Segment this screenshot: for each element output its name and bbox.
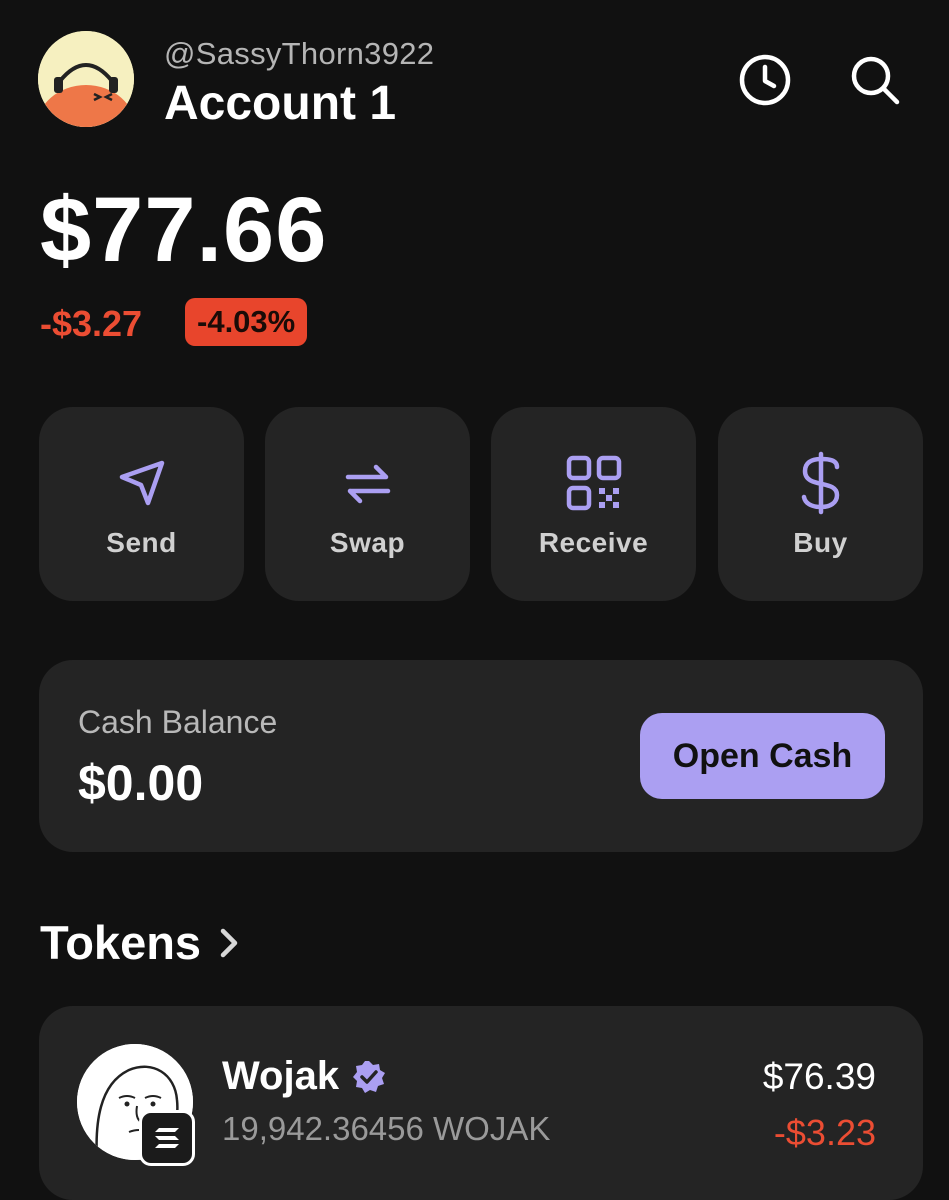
send-button[interactable]: Send [39,407,244,601]
send-label: Send [106,527,177,558]
open-cash-button[interactable]: Open Cash [640,713,885,799]
token-name: Wojak [222,1054,340,1098]
tokens-section-link[interactable]: Tokens [40,915,241,970]
swap-button[interactable]: Swap [265,407,470,601]
receive-button[interactable]: Receive [491,407,696,601]
receive-label: Receive [538,527,649,558]
balance-change-percent-badge: -4.03% [185,298,308,346]
history-icon[interactable] [737,52,793,108]
buy-label: Buy [793,527,848,558]
token-name-wrap: Wojak [222,1054,387,1099]
account-name[interactable]: Account 1 [164,76,396,131]
cash-balance-card: Cash Balance $0.00 Open Cash [39,660,923,852]
buy-button[interactable]: Buy [718,407,923,601]
qr-code-icon [491,451,696,515]
verified-badge-icon [351,1059,387,1095]
quick-actions: Send Swap Receive Buy [39,407,923,601]
token-value: $76.39 [762,1056,876,1097]
token-row[interactable]: Wojak 19,942.36456 WOJAK $76.39 -$3.23 [39,1006,923,1200]
account-handle: @SassyThorn3922 [164,36,435,71]
dollar-icon [718,451,923,515]
search-icon[interactable] [847,52,903,108]
tokens-title: Tokens [40,916,202,969]
swap-icon [265,451,470,515]
chevron-right-icon [219,925,241,961]
header: @SassyThorn3922 Account 1 [0,0,949,160]
balance-change-amount: -$3.27 [40,303,143,344]
avatar[interactable] [38,31,134,127]
cash-balance-value: $0.00 [78,755,204,811]
cash-balance-label: Cash Balance [78,704,278,740]
send-icon [39,451,244,515]
token-change: -$3.23 [773,1112,876,1153]
swap-label: Swap [329,527,406,558]
total-balance: $77.66 [40,179,328,281]
token-amount: 19,942.36456 WOJAK [222,1110,551,1147]
solana-chain-icon [139,1110,195,1166]
